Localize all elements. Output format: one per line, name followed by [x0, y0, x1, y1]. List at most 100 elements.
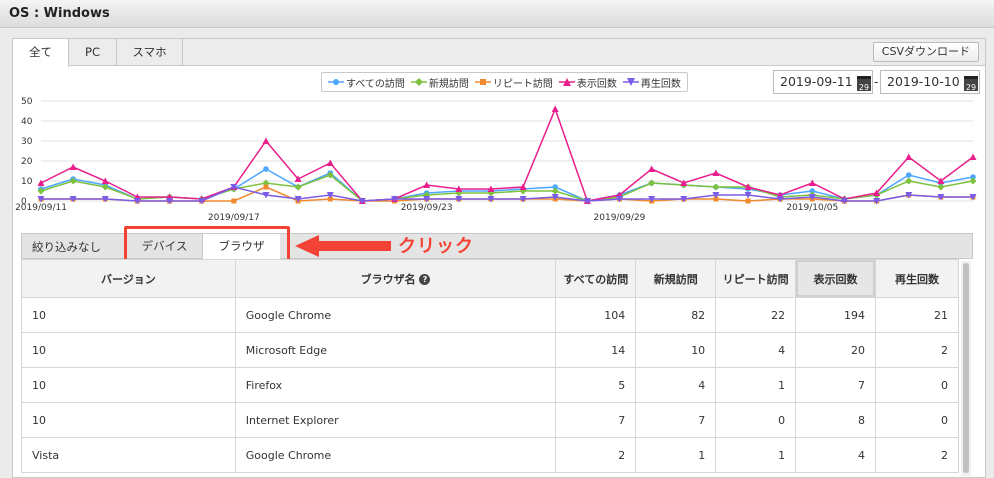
- table-cell: 194: [795, 297, 877, 333]
- table-cell: 7: [635, 402, 717, 438]
- table-cell: 2: [555, 437, 637, 473]
- data-point: [263, 166, 269, 172]
- col-new-visits[interactable]: 新規訪問: [635, 259, 717, 298]
- window-title-bar: OS : Windows: [0, 0, 994, 28]
- legend-item-plays[interactable]: 再生回数: [622, 75, 681, 90]
- table-cell: 1: [635, 437, 717, 473]
- data-point: [808, 179, 816, 186]
- data-point: [745, 198, 751, 204]
- table-cell: 1: [715, 367, 797, 403]
- scrollbar-thumb[interactable]: [963, 263, 969, 473]
- table-cell: 10: [635, 332, 717, 368]
- table-cell: Vista: [21, 437, 236, 473]
- legend-triangle-down-icon: [622, 78, 639, 86]
- x-tick-label: 2019/09/17: [208, 213, 260, 223]
- chart-legend: すべての訪問 新規訪問 リピート訪問 表示回数 再生回数: [321, 72, 688, 92]
- col-version[interactable]: バージョン: [21, 259, 236, 298]
- table-scrollbar[interactable]: [961, 261, 971, 476]
- x-tick-label: 2019/09/23: [401, 203, 453, 213]
- tab-smartphone[interactable]: スマホ: [117, 39, 183, 66]
- data-point: [263, 184, 269, 190]
- legend-triangle-icon: [558, 78, 575, 86]
- end-calendar-icon[interactable]: 29: [964, 76, 978, 92]
- window-title: OS : Windows: [9, 6, 110, 21]
- table-cell: 0: [875, 402, 959, 438]
- series-line: [40, 106, 974, 202]
- data-point: [937, 183, 945, 191]
- table-cell: 4: [635, 367, 717, 403]
- table-cell: Google Chrome: [234, 437, 557, 473]
- col-repeat-visits[interactable]: リピート訪問: [715, 259, 797, 298]
- col-all-visits[interactable]: すべての訪問: [555, 259, 637, 298]
- table-cell: 82: [635, 297, 717, 333]
- date-separator: -: [874, 75, 879, 89]
- table-cell: 21: [875, 297, 959, 333]
- table-cell: Google Chrome: [234, 297, 557, 333]
- legend-item-new-visits[interactable]: 新規訪問: [410, 75, 469, 90]
- table-cell: 7: [555, 402, 637, 438]
- y-tick-label: 30: [21, 137, 33, 147]
- data-point: [551, 105, 559, 112]
- legend-circle-icon: [328, 79, 344, 85]
- table-cell: 10: [21, 402, 236, 438]
- data-table: バージョン ブラウザ名 ? すべての訪問 新規訪問 リピート訪問 表示回数 再生…: [21, 259, 959, 473]
- table-cell: 0: [875, 367, 959, 403]
- table-cell: 20: [795, 332, 877, 368]
- table-cell: 2: [875, 437, 959, 473]
- col-pageviews[interactable]: 表示回数: [795, 259, 877, 298]
- table-row: 10 Firefox 5 4 1 7 0: [21, 367, 959, 403]
- table-cell: 4: [795, 437, 877, 473]
- csv-download-button[interactable]: CSVダウンロード: [872, 42, 979, 62]
- tab-all[interactable]: 全て: [13, 39, 69, 67]
- data-point: [69, 163, 77, 170]
- y-tick-label: 40: [21, 117, 33, 127]
- data-point: [712, 183, 720, 191]
- col-browser[interactable]: ブラウザ名 ?: [234, 259, 557, 298]
- data-point: [648, 165, 656, 172]
- tab-bar: 全て PC スマホ CSVダウンロード: [13, 39, 985, 67]
- table-cell: 2: [875, 332, 959, 368]
- legend-item-pageviews[interactable]: 表示回数: [558, 75, 617, 90]
- data-point: [905, 172, 912, 178]
- arrow-left-icon: [295, 235, 391, 257]
- legend-item-all-visits[interactable]: すべての訪問: [328, 75, 405, 90]
- x-tick-label: 2019/09/29: [594, 213, 646, 223]
- table-row: Vista Google Chrome 2 1 1 4 2: [21, 437, 959, 473]
- table-row: 10 Microsoft Edge 14 10 4 20 2: [21, 332, 959, 368]
- table-cell: 10: [21, 367, 236, 403]
- col-plays[interactable]: 再生回数: [875, 259, 959, 298]
- legend-diamond-icon: [410, 78, 427, 86]
- y-tick-label: 20: [21, 157, 33, 167]
- data-point: [231, 198, 237, 204]
- table-row: 10 Internet Explorer 7 7 0 8 0: [21, 402, 959, 438]
- data-point: [294, 183, 302, 191]
- table-cell: 10: [21, 297, 236, 333]
- table-cell: Internet Explorer: [234, 402, 557, 438]
- table-cell: 5: [555, 367, 637, 403]
- legend-item-repeat-visits[interactable]: リピート訪問: [474, 75, 553, 90]
- click-annotation: クリック: [398, 236, 474, 257]
- table-cell: 22: [715, 297, 797, 333]
- y-tick-label: 10: [21, 177, 33, 187]
- table-cell: Microsoft Edge: [234, 332, 557, 368]
- y-tick-label: 50: [21, 97, 33, 107]
- data-point: [326, 159, 334, 166]
- table-row: 10 Google Chrome 104 82 22 194 21: [21, 297, 959, 333]
- x-tick-label: 2019/10/05: [786, 203, 838, 213]
- table-cell: 1: [715, 437, 797, 473]
- data-point: [712, 169, 720, 176]
- help-icon[interactable]: ?: [419, 274, 431, 285]
- table-cell: 14: [555, 332, 637, 368]
- data-point: [37, 179, 45, 186]
- data-point: [905, 153, 913, 160]
- start-calendar-icon[interactable]: 29: [857, 76, 871, 92]
- legend-square-icon: [474, 79, 491, 85]
- data-point: [905, 177, 913, 185]
- table-cell: 4: [715, 332, 797, 368]
- table-cell: 0: [715, 402, 797, 438]
- line-chart: 010203040502019/09/112019/09/172019/09/2…: [15, 97, 977, 223]
- filter-none-label[interactable]: 絞り込みなし: [32, 239, 101, 255]
- table-cell: 8: [795, 402, 877, 438]
- x-tick-label: 2019/09/11: [15, 203, 67, 213]
- tab-pc[interactable]: PC: [69, 39, 117, 66]
